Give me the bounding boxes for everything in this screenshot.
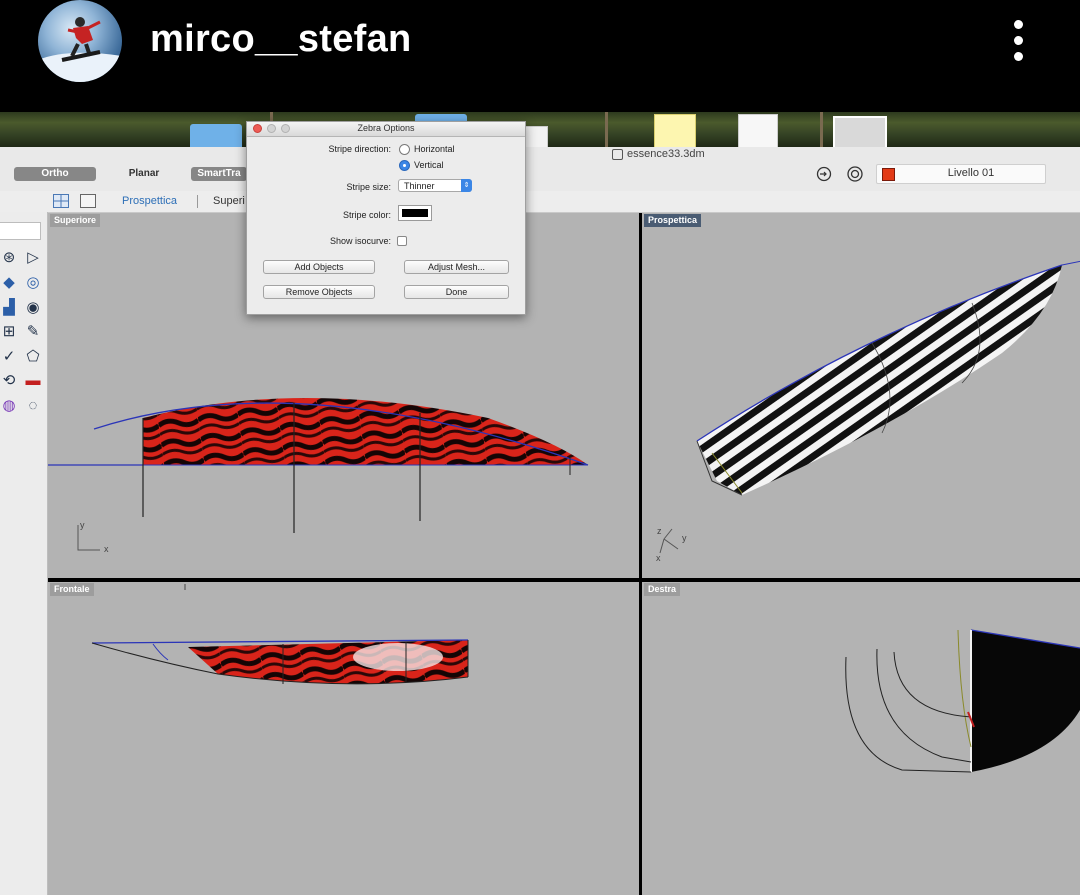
car-icon[interactable]: ▬ (24, 372, 42, 390)
viewport-label-top[interactable]: Superiore (50, 214, 101, 227)
radio-vertical[interactable] (399, 160, 410, 171)
viewport-label-front[interactable]: Frontale (50, 583, 94, 596)
extrude-icon[interactable]: ▟ (0, 299, 18, 317)
profile-avatar[interactable] (38, 0, 122, 82)
app-toolbar: essence33.3dm Ortho Planar SmartTra Live… (0, 147, 1080, 192)
done-button[interactable]: Done (404, 285, 509, 299)
updown-arrow-icon: ⇕ (461, 179, 472, 192)
box-solid-icon[interactable]: ◆ (0, 274, 18, 292)
image-file-icon[interactable] (833, 116, 887, 147)
fillet-icon[interactable]: ◉ (24, 299, 42, 317)
perspective-view-drawing (659, 260, 1080, 554)
array-icon[interactable]: ⊞ (0, 323, 18, 341)
record-history-icon[interactable] (815, 165, 833, 183)
check-icon[interactable]: ✓ (0, 348, 18, 366)
layer-color-swatch (882, 168, 895, 181)
front-view-drawing (91, 584, 469, 685)
mesh-icon[interactable]: ⬠ (24, 348, 42, 366)
document-title: essence33.3dm (612, 148, 705, 160)
axis-label-x: x (656, 553, 661, 563)
side-toolbar: ⊛ ▷ ◆ ◎ ▟ ◉ ⊞ ✎ ✓ ⬠ ⟲ ▬ ◍ ◌ (0, 212, 48, 895)
stripe-size-value: Thinner (404, 181, 435, 191)
desktop-background (0, 112, 1080, 147)
render-sphere-icon[interactable]: ◌ (24, 397, 42, 415)
document-title-text: essence33.3dm (627, 148, 705, 160)
tab-separator (197, 195, 198, 208)
viewport-perspective[interactable]: z y x Prospettica (642, 213, 1080, 578)
layer-name: Livello 01 (947, 167, 995, 179)
more-options-icon[interactable] (1005, 18, 1033, 64)
color-wheel-icon[interactable]: ◍ (0, 397, 18, 415)
stripe-color-label: Stripe color: (342, 210, 391, 220)
viewport-tab-bar: Prospettica Superi (0, 191, 1080, 213)
single-viewport-icon[interactable] (80, 194, 96, 208)
dialog-titlebar[interactable]: Zebra Options (247, 122, 525, 137)
tab-superiore[interactable]: Superi (213, 195, 245, 207)
command-input[interactable] (0, 222, 41, 240)
axis-label-y: y (682, 533, 687, 543)
profile-username[interactable]: mirco__stefan (150, 18, 412, 61)
four-viewports-icon[interactable] (53, 194, 69, 208)
remove-objects-button[interactable]: Remove Objects (263, 285, 375, 299)
edit-icon[interactable]: ✎ (24, 323, 42, 341)
smarttrack-toggle[interactable]: SmartTra (191, 167, 247, 181)
transform-icon[interactable]: ⟲ (0, 372, 18, 390)
show-isocurve-label: Show isocurve: (329, 236, 391, 246)
right-view-drawing (845, 629, 1080, 773)
planar-toggle[interactable]: Planar (104, 167, 184, 181)
dialog-title: Zebra Options (357, 123, 415, 133)
curve-tool-icon[interactable]: ▷ (24, 249, 42, 267)
stripe-color-swatch[interactable] (398, 205, 432, 221)
rotate-view-icon[interactable]: ⊛ (0, 249, 18, 267)
viewport-label-perspective[interactable]: Prospettica (644, 214, 702, 227)
avatar-snowboarder-icon (38, 17, 122, 82)
viewport-label-right[interactable]: Destra (644, 583, 681, 596)
instagram-header: mirco__stefan (0, 0, 1080, 112)
desk-stick (820, 112, 823, 147)
document-icon[interactable] (738, 114, 778, 147)
spreadsheet-icon[interactable] (654, 114, 696, 147)
show-isocurve-checkbox[interactable] (397, 236, 407, 246)
axis-label-y: y (80, 520, 85, 530)
desk-stick (605, 112, 608, 147)
zebra-options-dialog: Zebra Options Stripe direction: Horizont… (246, 121, 526, 315)
folder-icon[interactable] (190, 124, 242, 147)
document-file-icon (612, 148, 623, 160)
viewport-front[interactable]: Frontale (48, 582, 639, 895)
add-objects-button[interactable]: Add Objects (263, 260, 375, 274)
stripe-size-label: Stripe size: (346, 182, 391, 192)
axis-label-z: z (657, 526, 662, 536)
tab-prospettica[interactable]: Prospettica (122, 195, 177, 207)
stripe-direction-label: Stripe direction: (328, 144, 391, 154)
radio-vertical-label: Vertical (414, 160, 444, 170)
radio-horizontal-label: Horizontal (414, 144, 455, 154)
stripe-size-select[interactable]: Thinner ⇕ (398, 179, 472, 192)
stripe-color-fill (402, 209, 428, 217)
radio-horizontal[interactable] (399, 144, 410, 155)
viewport-right[interactable]: Destra (642, 582, 1080, 895)
axis-label-x: x (104, 544, 109, 554)
target-osnap-icon[interactable] (846, 165, 864, 183)
ortho-toggle[interactable]: Ortho (14, 167, 96, 181)
adjust-mesh-button[interactable]: Adjust Mesh... (404, 260, 509, 274)
layer-selector[interactable]: Livello 01 (876, 164, 1046, 184)
boolean-icon[interactable]: ◎ (24, 274, 42, 292)
